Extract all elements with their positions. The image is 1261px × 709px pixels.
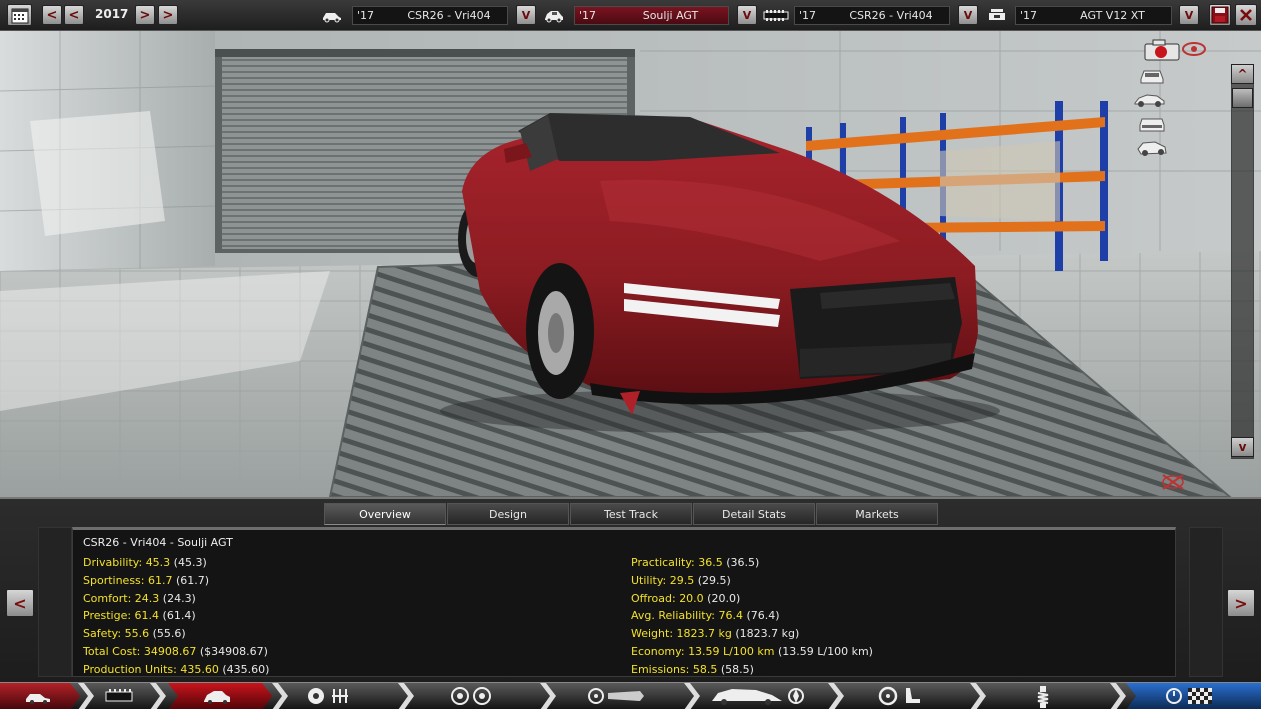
next-car-button[interactable]: >: [1227, 589, 1255, 617]
engine-variant-dropdown-button[interactable]: V: [1179, 5, 1199, 25]
save-button[interactable]: [1209, 4, 1231, 26]
model-dropdown-button[interactable]: V: [737, 5, 757, 25]
tab-overview[interactable]: Overview: [324, 503, 446, 525]
side-view-icon[interactable]: [1133, 89, 1167, 109]
save-icon: [1211, 6, 1229, 24]
zoom-scroll-thumb[interactable]: [1232, 88, 1253, 108]
engine-step-icon[interactable]: [308, 688, 348, 704]
calendar-button[interactable]: [7, 4, 32, 26]
stat-weight: Weight: 1823.7 kg (1823.7 kg): [631, 627, 800, 641]
camera-icon[interactable]: [1143, 39, 1181, 61]
interior-step-icon[interactable]: [878, 686, 920, 706]
stat-drivability: Drivability: 45.3 (45.3): [83, 556, 207, 569]
rear-view-icon[interactable]: [1135, 113, 1169, 133]
stat-production-units: Production Units: 435.60 (435.60): [83, 662, 270, 676]
engine-block-icon: [763, 10, 789, 21]
stat-practicality: Practicality: 36.5 (36.5): [631, 556, 760, 569]
zoom-down-button[interactable]: v: [1231, 437, 1254, 457]
engine-variant-icon: [989, 9, 1005, 20]
car-3d-viewport[interactable]: [0, 31, 1261, 497]
front-view-icon[interactable]: [1135, 65, 1169, 85]
chassis-icon: [323, 13, 341, 23]
chassis-year: '17: [357, 9, 375, 22]
right-side-frame: [1189, 527, 1223, 677]
zoom-scrollbar[interactable]: [1231, 64, 1254, 459]
top-toolbar: < < 2017 > > '17 CSR26 - Vri404 V '17 So…: [0, 0, 1261, 31]
chassis-name: CSR26 - Vri404: [407, 9, 491, 22]
tab-markets[interactable]: Markets: [816, 503, 938, 525]
prev-car-button[interactable]: <: [6, 589, 34, 617]
engine-variant-year: '17: [1020, 9, 1038, 22]
chassis-step-icon[interactable]: [0, 683, 80, 709]
close-icon: [1240, 9, 1252, 21]
reset-view-icon[interactable]: [1159, 471, 1187, 493]
stats-panel: Overview Design Test Track Detail Stats …: [0, 497, 1261, 682]
stat-sportiness: Sportiness: 61.7 (61.7): [83, 573, 210, 587]
stat-utility: Utility: 29.5 (29.5): [631, 573, 731, 587]
year-label: 2017: [95, 7, 129, 21]
stat-comfort: Comfort: 24.3 (24.3): [83, 591, 196, 605]
overview-stats: CSR26 - Vri404 - Soulji AGT Drivability:…: [72, 527, 1176, 677]
zoom-up-button[interactable]: ^: [1231, 64, 1254, 84]
left-stats-column: Drivability: 45.3 (45.3) Sportiness: 61.…: [83, 554, 269, 679]
suspension-step-icon[interactable]: [1037, 686, 1049, 708]
stat-offroad: Offroad: 20.0 (20.0): [631, 591, 741, 605]
model-selector[interactable]: '17 Soulji AGT: [574, 6, 729, 25]
stat-safety: Safety: 55.6 (55.6): [83, 627, 186, 641]
wheels-step-icon[interactable]: [451, 687, 491, 705]
engine-block-year: '17: [799, 9, 817, 22]
garage-scene: [0, 31, 1261, 497]
stat-emissions: Emissions: 58.5 (58.5): [631, 662, 754, 676]
next-year-button[interactable]: >: [135, 5, 155, 25]
car-model-icon: [545, 11, 563, 23]
tab-design[interactable]: Design: [447, 503, 569, 525]
engine-variant-name: AGT V12 XT: [1080, 9, 1145, 22]
close-button[interactable]: [1235, 4, 1257, 26]
engine-block-dropdown-button[interactable]: V: [958, 5, 978, 25]
chassis-selector[interactable]: '17 CSR26 - Vri404: [352, 6, 508, 25]
chassis-dropdown-button[interactable]: V: [516, 5, 536, 25]
stat-total-cost: Total Cost: 34908.67 ($34908.67): [83, 644, 268, 658]
panel-tabs: Overview Design Test Track Detail Stats …: [324, 503, 939, 525]
next-year-fast-button[interactable]: >: [158, 5, 178, 25]
step-bar-graphics: [0, 683, 1261, 709]
engine-variant-selector[interactable]: '17 AGT V12 XT: [1015, 6, 1172, 25]
model-name: Soulji AGT: [642, 9, 699, 22]
visibility-icon[interactable]: [1181, 41, 1207, 57]
model-step-icon[interactable]: [168, 683, 272, 709]
tab-test-track[interactable]: Test Track: [570, 503, 692, 525]
stat-avg-reliability: Avg. Reliability: 76.4 (76.4): [631, 609, 780, 623]
body-step-icon[interactable]: [105, 689, 133, 702]
stat-prestige: Prestige: 61.4 (61.4): [83, 609, 196, 623]
right-stats-column: Practicality: 36.5 (36.5) Utility: 29.5 …: [631, 554, 873, 679]
calendar-icon: [11, 8, 28, 24]
prev-year-fast-button[interactable]: <: [42, 5, 62, 25]
aero-step-icon[interactable]: [712, 688, 804, 705]
stat-economy: Economy: 13.59 L/100 km (13.59 L/100 km): [631, 644, 873, 658]
design-step-bar: [0, 682, 1261, 709]
fixtures-step-icon[interactable]: [588, 688, 644, 704]
finish-step-icon[interactable]: [1126, 683, 1261, 709]
three-quarter-view-icon[interactable]: [1135, 137, 1169, 157]
engine-block-selector[interactable]: '17 CSR26 - Vri404: [794, 6, 950, 25]
tab-detail-stats[interactable]: Detail Stats: [693, 503, 815, 525]
prev-year-button[interactable]: <: [64, 5, 84, 25]
engine-block-name: CSR26 - Vri404: [849, 9, 933, 22]
model-year: '17: [579, 9, 597, 22]
car-title: CSR26 - Vri404 - Soulji AGT: [83, 536, 233, 549]
left-side-frame: [38, 527, 72, 677]
